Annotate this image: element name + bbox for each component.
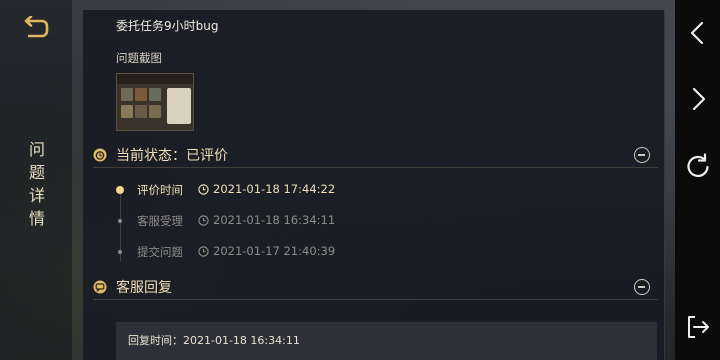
screenshot-label: 问题截图 xyxy=(116,51,162,65)
refresh-button[interactable] xyxy=(683,151,713,181)
page-title-char: 情 xyxy=(28,209,45,228)
timeline-item: 评价时间 2021-01-18 17:44:22 xyxy=(116,181,416,199)
right-nav-rail xyxy=(675,0,720,360)
prev-button[interactable] xyxy=(683,18,713,48)
page-title-char: 问 xyxy=(28,140,45,159)
timeline-label: 提交问题 xyxy=(137,245,183,259)
reply-box: 回复时间：2021-01-18 16:34:11 xyxy=(116,322,657,360)
timeline-dot xyxy=(118,250,122,254)
timeline-item: 提交问题 2021-01-17 21:40:39 xyxy=(116,243,416,261)
clock-icon xyxy=(198,246,209,257)
chevron-left-icon xyxy=(690,21,704,45)
timeline-label: 客服受理 xyxy=(137,214,183,228)
status-icon xyxy=(93,148,107,162)
reply-title: 客服回复 xyxy=(116,280,172,296)
clock-icon xyxy=(198,215,209,226)
timeline-time: 2021-01-18 16:34:11 xyxy=(213,213,336,227)
timeline-item: 客服受理 2021-01-18 16:34:11 xyxy=(116,212,416,230)
clock-icon xyxy=(198,184,209,195)
timeline-time: 2021-01-18 17:44:22 xyxy=(213,182,336,196)
next-button[interactable] xyxy=(683,84,713,114)
collapse-minus-icon[interactable] xyxy=(634,147,650,163)
back-arrow-icon xyxy=(24,15,49,38)
detail-panel[interactable]: 委托任务9小时bug 问题截图 当前状态：已评价 评价时间 2021-01-18… xyxy=(82,10,665,360)
timeline-dot xyxy=(118,219,122,223)
back-button[interactable] xyxy=(22,15,50,42)
timeline-label: 评价时间 xyxy=(137,183,183,197)
timeline-time: 2021-01-17 21:40:39 xyxy=(213,244,336,258)
status-title: 当前状态：已评价 xyxy=(116,148,228,164)
refresh-icon xyxy=(687,153,709,178)
reply-section-header: 客服回复 xyxy=(93,276,658,300)
task-title: 委托任务9小时bug xyxy=(116,19,219,33)
status-section-header: 当前状态：已评价 xyxy=(93,144,658,168)
page-title: 问 题 详 情 xyxy=(26,138,48,230)
screenshot-thumbnail[interactable] xyxy=(116,73,194,131)
timeline-dot xyxy=(116,186,124,194)
exit-icon xyxy=(688,316,709,338)
exit-button[interactable] xyxy=(683,312,713,342)
chat-bubble-icon xyxy=(93,280,107,294)
collapse-minus-icon[interactable] xyxy=(634,279,650,295)
page-title-char: 题 xyxy=(28,163,45,182)
left-rail: 问 题 详 情 xyxy=(0,0,72,360)
page-title-char: 详 xyxy=(28,186,45,205)
reply-time: 回复时间：2021-01-18 16:34:11 xyxy=(128,334,300,347)
chevron-right-icon xyxy=(692,87,706,111)
